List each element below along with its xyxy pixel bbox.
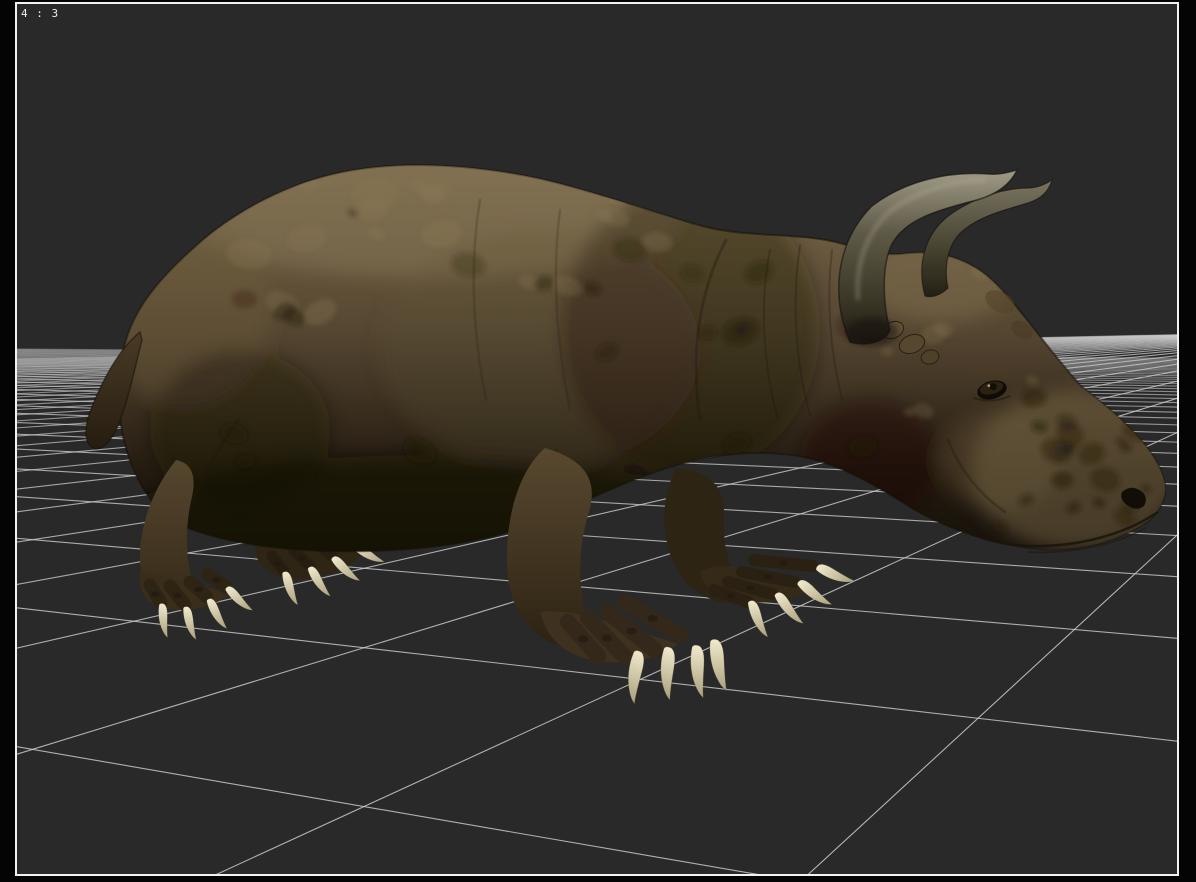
aspect-ratio-label: 4 : 3 — [21, 7, 60, 20]
3d-viewport-canvas[interactable] — [0, 0, 1196, 882]
viewport-frame: 4 : 3 — [0, 0, 1196, 882]
